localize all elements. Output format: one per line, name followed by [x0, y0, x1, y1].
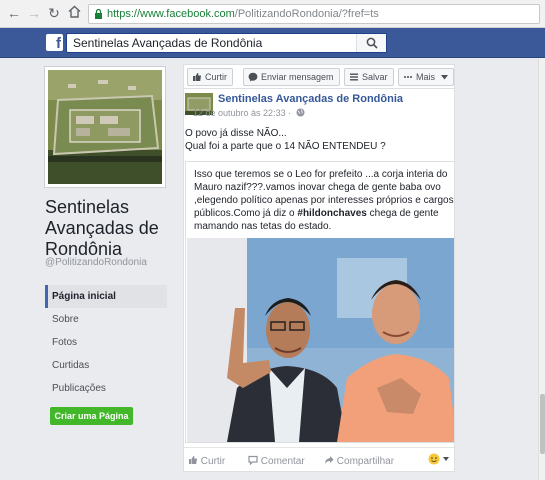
two-men-photo-image [187, 238, 454, 442]
nav-item-home[interactable]: Página inicial [45, 285, 167, 308]
post-share-label: Compartilhar [336, 456, 395, 467]
post-body: O povo já disse NÃO... Qual foi a parte … [185, 127, 386, 153]
page-profile-picture[interactable] [45, 67, 165, 187]
search-icon [366, 37, 378, 49]
search-button[interactable] [356, 34, 386, 52]
facebook-logo-icon[interactable]: f [46, 34, 63, 52]
nav-item-photos[interactable]: Fotos [45, 331, 167, 354]
feed-post: Sentinelas Avançadas de Rondônia 12 de o… [183, 88, 455, 472]
more-dots-icon [404, 76, 412, 78]
nav-item-likes[interactable]: Curtidas [45, 354, 167, 377]
post-share-button[interactable]: Compartilhar [324, 455, 394, 467]
post-actions-bar: Curtir Comentar Compartilhar [184, 447, 454, 471]
search-input[interactable]: Sentinelas Avançadas de Rondônia [66, 33, 387, 53]
post-text-line: Qual foi a parte que o 14 NÃO ENTENDEU ? [185, 141, 386, 152]
url-path: /PolitizandoRondonia/?fref=ts [234, 8, 379, 20]
facebook-header: f Sentinelas Avançadas de Rondônia [0, 28, 545, 58]
forward-icon[interactable]: → [26, 5, 42, 21]
shared-text: Isso que teremos se o Leo for prefeito .… [194, 168, 454, 233]
save-label: Salvar [362, 72, 388, 82]
list-icon [350, 73, 358, 81]
page-title: Sentinelas Avançadas de Rondônia [45, 197, 159, 259]
home-icon[interactable] [66, 5, 82, 21]
back-icon[interactable]: ← [6, 5, 22, 21]
shared-content[interactable]: Isso que teremos se o Leo for prefeito .… [185, 161, 454, 443]
globe-icon [296, 108, 305, 117]
comment-icon [248, 455, 258, 466]
page-scrollbar[interactable] [538, 58, 545, 480]
create-page-button[interactable]: Criar uma Página [50, 407, 133, 425]
post-like-label: Curtir [200, 456, 226, 467]
browser-toolbar: ← → ↻ https://www.facebook.com/Politizan… [0, 0, 545, 28]
url-host: https://www.facebook.com [107, 8, 235, 20]
send-message-label: Enviar mensagem [261, 72, 334, 82]
fortress-aerial-image [48, 70, 162, 184]
send-message-button[interactable]: Enviar mensagem [243, 68, 340, 86]
chevron-down-icon [441, 75, 449, 80]
post-like-button[interactable]: Curtir [188, 455, 225, 467]
address-bar[interactable]: https://www.facebook.com/PolitizandoRond… [88, 4, 540, 24]
post-time-text: 12 de outubro às 22:33 · [193, 108, 292, 118]
post-text-line: O povo já disse NÃO... [185, 128, 287, 139]
nav-item-posts[interactable]: Publicações [45, 377, 167, 400]
post-comment-button[interactable]: Comentar [248, 455, 305, 467]
post-timestamp[interactable]: 12 de outubro às 22:33 · [193, 108, 305, 118]
page-action-bar: Curtir Enviar mensagem Salvar Mais [183, 64, 455, 88]
nav-item-about[interactable]: Sobre [45, 308, 167, 331]
scrollbar-thumb[interactable] [540, 394, 545, 454]
more-label: Mais [416, 72, 436, 82]
reaction-selector[interactable] [428, 453, 450, 468]
reload-icon[interactable]: ↻ [46, 5, 62, 21]
thumbs-up-icon [189, 456, 197, 464]
thumbs-up-icon [193, 73, 201, 81]
page-handle[interactable]: @PolitizandoRondonia [45, 257, 147, 268]
post-comment-label: Comentar [260, 456, 305, 467]
like-page-button[interactable]: Curtir [187, 68, 233, 86]
shared-photo[interactable] [187, 238, 454, 442]
reaction-emoji-icon [428, 453, 449, 465]
post-author-name[interactable]: Sentinelas Avançadas de Rondônia [218, 93, 403, 105]
messenger-icon [248, 72, 258, 82]
share-icon [324, 456, 334, 464]
search-value: Sentinelas Avançadas de Rondônia [73, 36, 263, 50]
lock-icon [95, 9, 102, 19]
page-left-nav: Página inicial Sobre Fotos Curtidas Publ… [45, 285, 167, 400]
more-button[interactable]: Mais [398, 68, 455, 86]
hashtag-link[interactable]: #hildonchaves [297, 208, 366, 219]
like-page-label: Curtir [205, 72, 227, 82]
save-button[interactable]: Salvar [344, 68, 394, 86]
